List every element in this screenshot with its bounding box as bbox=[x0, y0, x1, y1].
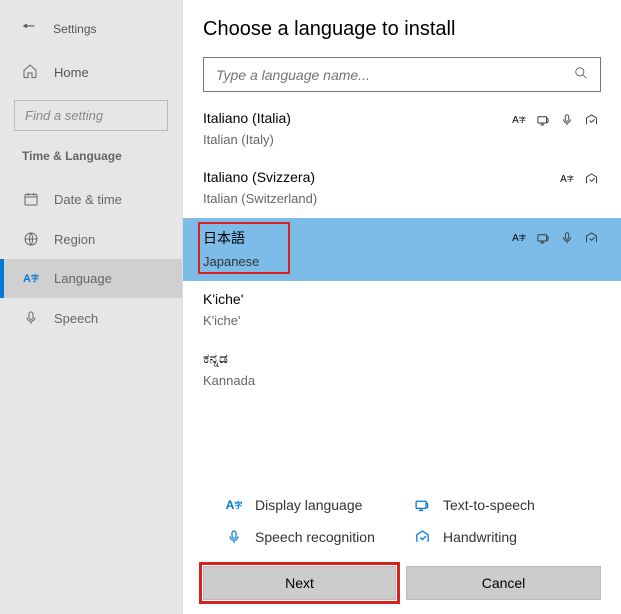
native-name: ಕನ್ನಡ bbox=[203, 350, 601, 367]
legend-label: Speech recognition bbox=[255, 529, 375, 545]
feature-icons: A字 bbox=[511, 112, 599, 128]
handwriting-icon bbox=[413, 528, 431, 546]
english-name: Kannada bbox=[203, 373, 601, 388]
search-input-wrapper[interactable] bbox=[203, 57, 601, 92]
globe-icon bbox=[22, 231, 40, 247]
speech-icon bbox=[225, 528, 243, 546]
speech-icon bbox=[559, 230, 575, 246]
legend-label: Handwriting bbox=[443, 529, 517, 545]
settings-title: Settings bbox=[53, 22, 96, 36]
handwriting-icon bbox=[583, 230, 599, 246]
legend-label: Display language bbox=[255, 497, 362, 513]
legend-tts: Text-to-speech bbox=[413, 496, 601, 514]
nav-item-label: Speech bbox=[54, 311, 98, 326]
calendar-clock-icon bbox=[22, 191, 40, 207]
speech-icon bbox=[559, 112, 575, 128]
language-list: Italiano (Italia) Italian (Italy) A字 Ita… bbox=[183, 100, 621, 480]
english-name: Japanese bbox=[203, 254, 601, 269]
cancel-button[interactable]: Cancel bbox=[406, 566, 601, 600]
language-az-icon: A字 bbox=[22, 273, 40, 285]
nav-home[interactable]: Home bbox=[0, 55, 182, 90]
nav-item-region[interactable]: Region bbox=[0, 219, 182, 259]
display-language-icon: A字 bbox=[511, 230, 527, 246]
legend-handwriting: Handwriting bbox=[413, 528, 601, 546]
dialog-footer: Next Cancel bbox=[183, 556, 621, 614]
home-icon bbox=[22, 63, 40, 82]
nav-item-date-time[interactable]: Date & time bbox=[0, 179, 182, 219]
sidebar-header: 🠔 Settings bbox=[0, 10, 182, 55]
language-item-italian-switzerland[interactable]: Italiano (Svizzera) Italian (Switzerland… bbox=[183, 159, 621, 218]
nav-item-label: Date & time bbox=[54, 192, 122, 207]
nav-item-label: Region bbox=[54, 232, 95, 247]
english-name: Italian (Switzerland) bbox=[203, 191, 601, 206]
dialog-title: Choose a language to install bbox=[183, 0, 621, 57]
tts-icon bbox=[535, 112, 551, 128]
search-input[interactable] bbox=[216, 67, 574, 83]
feature-icons: A字 bbox=[559, 171, 599, 187]
language-item-italian-italy[interactable]: Italiano (Italia) Italian (Italy) A字 bbox=[183, 100, 621, 159]
settings-sidebar: 🠔 Settings Home Find a setting Time & La… bbox=[0, 0, 183, 614]
find-setting-placeholder: Find a setting bbox=[25, 108, 103, 123]
english-name: Italian (Italy) bbox=[203, 132, 601, 147]
handwriting-icon bbox=[583, 171, 599, 187]
section-header: Time & Language bbox=[0, 149, 182, 179]
back-arrow-icon[interactable]: 🠔 bbox=[22, 16, 35, 41]
nav-home-label: Home bbox=[54, 65, 89, 80]
language-item-kannada[interactable]: ಕನ್ನಡ Kannada bbox=[183, 340, 621, 400]
legend-speech: Speech recognition bbox=[225, 528, 413, 546]
language-item-japanese[interactable]: 日本語 Japanese A字 bbox=[183, 218, 621, 281]
find-setting-input[interactable]: Find a setting bbox=[14, 100, 168, 131]
tts-icon bbox=[413, 496, 431, 514]
nav-item-label: Language bbox=[54, 271, 112, 286]
language-install-dialog: Choose a language to install Italiano (I… bbox=[183, 0, 621, 614]
language-item-kiche[interactable]: K'iche' K'iche' bbox=[183, 281, 621, 340]
next-button[interactable]: Next bbox=[203, 566, 396, 600]
nav-item-language[interactable]: A字 Language bbox=[0, 259, 182, 298]
native-name: Italiano (Svizzera) bbox=[203, 169, 601, 185]
feature-icons: A字 bbox=[511, 230, 599, 246]
native-name: K'iche' bbox=[203, 291, 601, 307]
display-language-icon: A字 bbox=[225, 496, 243, 514]
handwriting-icon bbox=[583, 112, 599, 128]
legend-display: A字 Display language bbox=[225, 496, 413, 514]
mic-icon bbox=[22, 310, 40, 326]
english-name: K'iche' bbox=[203, 313, 601, 328]
display-language-icon: A字 bbox=[559, 171, 575, 187]
legend-label: Text-to-speech bbox=[443, 497, 535, 513]
nav-item-speech[interactable]: Speech bbox=[0, 298, 182, 338]
display-language-icon: A字 bbox=[511, 112, 527, 128]
feature-legend: A字 Display language Text-to-speech Speec… bbox=[183, 480, 621, 556]
search-icon bbox=[574, 66, 588, 83]
tts-icon bbox=[535, 230, 551, 246]
